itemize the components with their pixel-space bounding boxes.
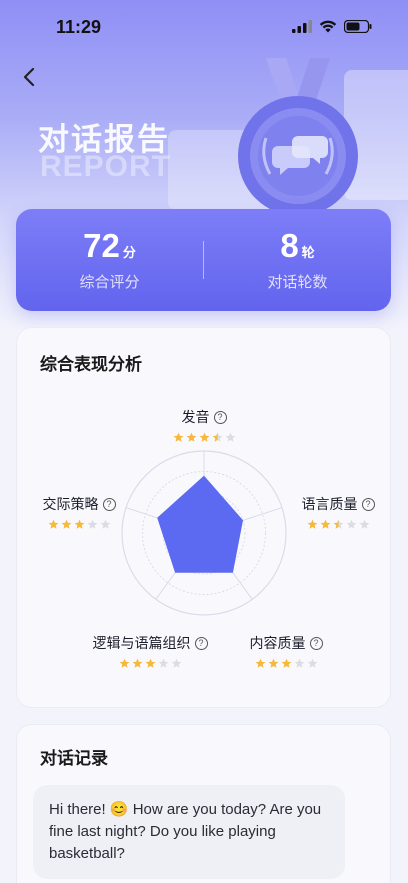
help-icon[interactable]: ? [213, 410, 227, 424]
radar-score-polygon [157, 475, 243, 573]
star-icon [173, 432, 183, 442]
dimension-label: 发音 [181, 410, 210, 426]
signal-icon [292, 20, 312, 33]
rounds-label: 对话轮数 [267, 273, 328, 291]
star-icon [268, 658, 278, 668]
score-card: 72 分 综合评分 8轮 对话轮数 [16, 209, 391, 311]
star-icon [74, 519, 84, 529]
radar-chart: 发音? 语言质量? 内容质量? 逻辑与语篇组织? 交际策略? [17, 328, 392, 708]
star-icon [294, 658, 304, 668]
star-icon [171, 658, 181, 668]
wifi-icon [319, 20, 337, 33]
star-icon [225, 432, 235, 442]
star-icon [307, 519, 317, 529]
rounds-count: 8轮 对话轮数 [204, 209, 391, 311]
status-bar: 11:29 [0, 0, 408, 54]
chat-title: 对话记录 [32, 744, 108, 769]
star-icon [333, 519, 343, 529]
dimension-label: 内容质量 [249, 636, 306, 652]
medal-icon [238, 58, 358, 216]
star-icon [346, 519, 356, 529]
star-icon [87, 519, 97, 529]
help-icon[interactable]: ? [361, 497, 375, 511]
analysis-panel: 综合表现分析 发音? 语言质量? 内容质量? 逻辑与语篇组织? 交际策略? [16, 327, 391, 708]
dimension-communication-strategy: 交际策略? [25, 494, 133, 530]
star-icon [199, 432, 209, 442]
overall-score-unit: 分 [122, 246, 136, 261]
overall-score: 72 分 综合评分 [16, 209, 203, 311]
star-icon [119, 658, 129, 668]
star-icon [255, 658, 265, 668]
rating-stars [154, 432, 254, 443]
chat-panel: 对话记录 Hi there! 😊 How are you today? Are … [16, 724, 391, 883]
star-icon [48, 519, 58, 529]
overall-score-value: 72 [83, 227, 120, 264]
chat-message: Hi there! 😊 How are you today? Are you f… [33, 785, 345, 879]
dimension-language-quality: 语言质量? [288, 494, 388, 530]
rating-stars [231, 658, 341, 669]
dimension-pronunciation: 发音? [154, 407, 254, 443]
star-icon [281, 658, 291, 668]
help-icon[interactable]: ? [102, 497, 116, 511]
star-icon [307, 658, 317, 668]
star-icon [359, 519, 369, 529]
star-icon [145, 658, 155, 668]
back-button[interactable] [14, 62, 44, 92]
help-icon[interactable]: ? [309, 636, 323, 650]
star-icon [320, 519, 330, 529]
status-time: 11:29 [56, 17, 102, 37]
star-icon [158, 658, 168, 668]
rating-stars [288, 519, 388, 530]
rounds-value: 8 [280, 227, 299, 264]
dimension-label: 语言质量 [301, 497, 358, 513]
star-icon [186, 432, 196, 442]
dimension-logic-organization: 逻辑与语篇组织? [83, 633, 217, 669]
star-icon [132, 658, 142, 668]
chevron-left-icon [23, 67, 35, 87]
dimension-content-quality: 内容质量? [231, 633, 341, 669]
star-icon [61, 519, 71, 529]
rounds-unit: 轮 [301, 246, 315, 261]
rating-stars [25, 519, 133, 530]
help-icon[interactable]: ? [194, 636, 208, 650]
battery-icon [344, 20, 372, 33]
dimension-label: 交际策略 [42, 497, 99, 513]
rating-stars [83, 658, 217, 669]
report-subtitle: REPORT [40, 150, 172, 183]
star-icon [100, 519, 110, 529]
star-icon [212, 432, 222, 442]
status-icons [292, 20, 372, 33]
overall-score-label: 综合评分 [79, 273, 140, 291]
dimension-label: 逻辑与语篇组织 [92, 636, 191, 652]
